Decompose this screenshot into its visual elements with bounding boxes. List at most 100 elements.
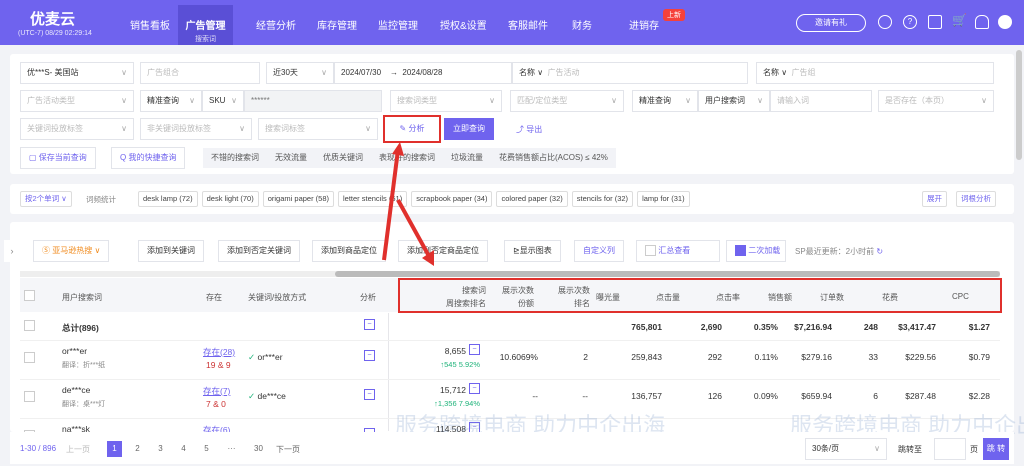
page-3[interactable]: 3 (153, 441, 168, 457)
sku-input[interactable]: ****** (244, 90, 382, 112)
nav-item[interactable]: 经营分析 (256, 17, 296, 32)
word-chip[interactable]: colored paper (32) (496, 191, 568, 207)
campaign-type-select[interactable]: 广告活动类型 ∨ (20, 90, 134, 112)
page-4[interactable]: 4 (176, 441, 191, 457)
nonkw-tag-select[interactable]: 非关键词投放标签 ∨ (140, 118, 252, 140)
page-size-select[interactable]: 30条/页 ∨ (805, 438, 887, 460)
vertical-scrollbar[interactable] (1016, 50, 1022, 160)
quick-tag[interactable]: 垃圾流量 (443, 148, 491, 168)
keyword: or***er (257, 352, 283, 362)
page-30[interactable]: 30 (251, 441, 266, 457)
clicks: 292 (707, 352, 722, 362)
page-1[interactable]: 1 (107, 441, 122, 457)
trend-chart-icon[interactable]: ~ (364, 319, 375, 330)
shop-select[interactable]: 优***S- 美国站 ∨ (20, 62, 134, 84)
word-chip[interactable]: lamp for (31) (637, 191, 690, 207)
kw-tag-select[interactable]: 关键词投放标签 ∨ (20, 118, 134, 140)
bell-icon[interactable] (975, 15, 989, 29)
quick-tag[interactable]: 优质关键词 (315, 148, 371, 168)
search-type-select[interactable]: 搜索词类型 ∨ (390, 90, 502, 112)
add-keyword-button[interactable]: 添加到关键词 (138, 240, 204, 262)
prev-page[interactable]: 上一页 (66, 444, 90, 455)
match-type-select[interactable]: 匹配/定位类型 ∨ (510, 90, 624, 112)
goto-input[interactable] (934, 438, 966, 460)
trend-chart-icon[interactable]: ~ (469, 344, 480, 355)
row-checkbox[interactable] (24, 352, 35, 363)
invite-button[interactable]: 邀请有礼 (796, 14, 866, 32)
nav-item[interactable]: 财务 (572, 17, 592, 32)
trend-chart-icon[interactable]: ~ (469, 383, 480, 394)
nav-item[interactable]: 库存管理 (317, 17, 357, 32)
quick-tag[interactable]: 不错的搜索词 (203, 148, 267, 168)
secondary-load-checkbox[interactable]: 二次加载 (726, 240, 786, 262)
impr-share: 10.6069% (499, 352, 538, 362)
total-cpc: $1.27 (968, 322, 990, 332)
ad-portfolio-input[interactable]: 广告组合 (140, 62, 260, 84)
rank-change: ↑1,356 7.94% (434, 399, 480, 408)
goto-button[interactable]: 跳 转 (983, 438, 1009, 460)
page-2[interactable]: 2 (130, 441, 145, 457)
exists-link[interactable]: 存在(28) (203, 346, 235, 358)
exists-counts: 7 & 0 (206, 399, 226, 409)
precise-select[interactable]: 精准查询 ∨ (140, 90, 202, 112)
nav-item[interactable]: 销售看板 (130, 17, 170, 32)
exists-counts: 19 & 9 (206, 360, 231, 370)
nav-item[interactable]: 监控管理 (378, 17, 418, 32)
analyze-button[interactable]: ✎ 分析 (383, 115, 441, 143)
query-button[interactable]: 立即查询 (444, 118, 494, 140)
date-picker[interactable]: 2024/07/30 → 2024/08/28 (334, 62, 512, 84)
user-icon[interactable] (878, 15, 892, 29)
document-icon[interactable] (928, 15, 942, 29)
word-chip[interactable]: desk light (70) (201, 191, 259, 207)
sku-select[interactable]: SKU ∨ (202, 90, 244, 112)
word-chip[interactable]: desk lamp (72) (138, 191, 198, 207)
horizontal-scrollbar[interactable] (20, 271, 1000, 277)
user-search-select[interactable]: 用户搜索词 ∨ (698, 90, 770, 112)
help-icon[interactable]: ? (903, 15, 917, 29)
adgroup-filter[interactable]: 名称 ∨ 广告组 (756, 62, 994, 84)
nav-item[interactable]: 客服邮件 (508, 17, 548, 32)
avatar[interactable] (998, 15, 1012, 29)
impr-rank: 2 (583, 352, 588, 362)
row-checkbox[interactable] (24, 320, 35, 331)
word-chip[interactable]: stencils for (32) (571, 191, 634, 207)
expand-button[interactable]: 展开 (922, 191, 947, 207)
hot-search-button[interactable]: Ⓢ 亚马逊热搜 ∨ (33, 240, 110, 262)
summary-view-checkbox[interactable]: 汇总查看 (636, 240, 720, 262)
custom-columns-button[interactable]: 自定义列 (574, 240, 624, 262)
spend: $229.56 (905, 352, 936, 362)
row-checkbox[interactable] (24, 391, 35, 402)
add-negative-keyword-button[interactable]: 添加到否定关键词 (218, 240, 300, 262)
campaign-filter[interactable]: 名称 ∨ 广告活动 (512, 62, 748, 84)
nav-item[interactable]: 授权&设置 (440, 17, 487, 32)
cart-icon[interactable]: 🛒 (952, 14, 967, 29)
date-range-select: 近30天 ∨ (266, 62, 334, 84)
quick-tag[interactable]: 无效流量 (267, 148, 315, 168)
page-ellipsis[interactable]: ··· (224, 441, 239, 457)
page-5[interactable]: 5 (199, 441, 214, 457)
rank-change: ↑545 5.92% (440, 360, 480, 369)
keyword-input[interactable]: 请输入词 (770, 90, 872, 112)
precise-select-2[interactable]: 精准查询 ∨ (632, 90, 698, 112)
word-chip[interactable]: origami paper (58) (262, 191, 334, 207)
new-badge: 上新 (663, 9, 685, 21)
show-chart-button[interactable]: ⊵显示图表 (504, 240, 561, 262)
root-analysis-button[interactable]: 词根分析 (956, 191, 996, 207)
save-query-button[interactable]: ▢ 保存当前查询 (20, 147, 96, 169)
next-page[interactable]: 下一页 (276, 444, 300, 455)
timezone: (UTC-7) 08/29 02:29:14 (18, 30, 92, 37)
quick-tag[interactable]: 花费销售额占比(ACOS) ≤ 42% (491, 148, 616, 168)
trend-chart-icon[interactable]: ~ (364, 389, 375, 400)
exists-select[interactable]: 是否存在（本页） ∨ (878, 90, 994, 112)
export-button[interactable]: ⤴ 导出 (516, 124, 542, 135)
select-all-checkbox[interactable] (24, 290, 35, 301)
trend-chart-icon[interactable]: ~ (364, 350, 375, 361)
sales: $279.16 (801, 352, 832, 362)
exists-link[interactable]: 存在(7) (203, 385, 230, 397)
nav-sub: 搜索词 (195, 36, 216, 43)
word-mode-select[interactable]: 按2个单词 ∨ (20, 191, 72, 207)
nav-item-active[interactable]: 广告管理 搜索词 (178, 5, 233, 45)
quick-query-button[interactable]: Q 我的快捷查询 (111, 147, 186, 169)
search-tag-select[interactable]: 搜索词标签 ∨ (258, 118, 378, 140)
nav-item[interactable]: 进销存 (629, 17, 659, 32)
